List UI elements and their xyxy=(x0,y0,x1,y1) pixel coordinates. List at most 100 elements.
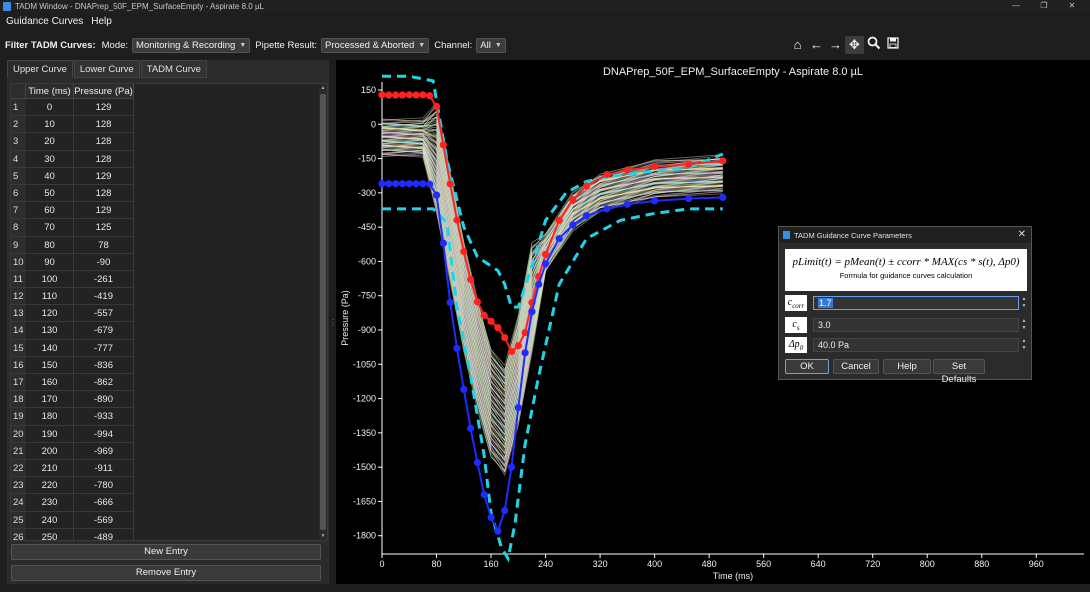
table-row[interactable]: 22 210 -911 xyxy=(11,459,134,478)
table-row[interactable]: 12 110 -419 xyxy=(11,288,134,306)
table-row[interactable]: 24 230 -666 xyxy=(11,494,134,512)
back-arrow-icon[interactable]: ← xyxy=(807,36,826,54)
time-cell[interactable]: 30 xyxy=(26,150,74,168)
time-cell[interactable]: 110 xyxy=(26,288,74,306)
pressure-cell[interactable]: 128 xyxy=(74,133,134,151)
pressure-cell[interactable]: -679 xyxy=(74,322,134,340)
pressure-cell[interactable]: 129 xyxy=(74,167,134,185)
time-cell[interactable]: 60 xyxy=(26,202,74,220)
minimize-icon[interactable]: — xyxy=(1002,0,1030,13)
time-cell[interactable]: 80 xyxy=(26,236,74,254)
menu-guidance-curves[interactable]: Guidance Curves xyxy=(6,16,83,27)
close-icon[interactable]: ✕ xyxy=(1058,0,1086,13)
table-row[interactable]: 14 130 -679 xyxy=(11,322,134,340)
remove-entry-button[interactable]: Remove Entry xyxy=(11,565,321,581)
close-icon[interactable]: ✕ xyxy=(1018,229,1026,240)
pressure-cell[interactable]: -911 xyxy=(74,459,134,478)
time-cell[interactable]: 170 xyxy=(26,391,74,409)
table-row[interactable]: 26 250 -489 xyxy=(11,528,134,540)
panel-splitter[interactable]: ⋮ xyxy=(329,318,337,328)
pan-icon[interactable]: ✥ xyxy=(845,36,864,54)
time-cell[interactable]: 150 xyxy=(26,356,74,374)
pressure-cell[interactable]: 128 xyxy=(74,116,134,134)
pressure-cell[interactable]: -557 xyxy=(74,305,134,323)
cs-spinner[interactable]: ▲ ▼ xyxy=(1021,318,1027,332)
tab-lower-curve[interactable]: Lower Curve xyxy=(73,60,140,78)
dp0-input[interactable]: 40.0 Pa xyxy=(813,338,1019,352)
time-cell[interactable]: 180 xyxy=(26,408,74,426)
table-row[interactable]: 25 240 -569 xyxy=(11,511,134,529)
pressure-cell[interactable]: -489 xyxy=(74,528,134,540)
pipette-result-select[interactable]: Processed & Aborted ▼ xyxy=(321,37,430,53)
table-row[interactable]: 20 190 -994 xyxy=(11,425,134,443)
scrollbar-thumb[interactable] xyxy=(320,94,326,530)
pressure-cell[interactable]: 128 xyxy=(74,184,134,203)
pressure-cell[interactable]: -777 xyxy=(74,339,134,357)
column-header-pressure[interactable]: Pressure (Pa) xyxy=(74,84,134,99)
new-entry-button[interactable]: New Entry xyxy=(11,544,321,560)
table-row[interactable]: 18 170 -890 xyxy=(11,391,134,409)
set-defaults-button[interactable]: Set Defaults xyxy=(933,359,985,385)
help-button[interactable]: Help xyxy=(883,359,931,374)
time-cell[interactable]: 100 xyxy=(26,270,74,289)
pressure-cell[interactable]: 129 xyxy=(74,99,134,117)
pressure-cell[interactable]: -666 xyxy=(74,494,134,512)
time-cell[interactable]: 210 xyxy=(26,459,74,478)
home-icon[interactable]: ⌂ xyxy=(788,36,807,54)
ccorr-input[interactable]: 1.7 xyxy=(813,296,1019,310)
table-row[interactable]: 3 20 128 xyxy=(11,133,134,151)
cs-input[interactable]: 3.0 xyxy=(813,318,1019,332)
time-cell[interactable]: 160 xyxy=(26,374,74,392)
time-cell[interactable]: 90 xyxy=(26,253,74,271)
pressure-cell[interactable]: -569 xyxy=(74,511,134,529)
pressure-cell[interactable]: -836 xyxy=(74,356,134,374)
zoom-icon[interactable] xyxy=(864,36,883,54)
table-row[interactable]: 9 80 78 xyxy=(11,236,134,254)
scroll-up-icon[interactable]: ▲ xyxy=(319,85,327,91)
time-cell[interactable]: 10 xyxy=(26,116,74,134)
tab-tadm-curve[interactable]: TADM Curve xyxy=(140,60,207,78)
table-row[interactable]: 11 100 -261 xyxy=(11,270,134,289)
table-row[interactable]: 17 160 -862 xyxy=(11,374,134,392)
ok-button[interactable]: OK xyxy=(785,359,829,374)
time-cell[interactable]: 120 xyxy=(26,305,74,323)
table-row[interactable]: 15 140 -777 xyxy=(11,339,134,357)
menu-help[interactable]: Help xyxy=(91,16,112,27)
pressure-cell[interactable]: -862 xyxy=(74,374,134,392)
save-icon[interactable] xyxy=(883,36,902,54)
pressure-cell[interactable]: 78 xyxy=(74,236,134,254)
pressure-cell[interactable]: 128 xyxy=(74,150,134,168)
pressure-cell[interactable]: -933 xyxy=(74,408,134,426)
table-row[interactable]: 5 40 129 xyxy=(11,167,134,185)
pressure-cell[interactable]: 129 xyxy=(74,202,134,220)
channel-select[interactable]: All ▼ xyxy=(476,37,506,53)
time-cell[interactable]: 220 xyxy=(26,477,74,495)
table-row[interactable]: 1 0 129 xyxy=(11,99,134,117)
time-cell[interactable]: 130 xyxy=(26,322,74,340)
pressure-cell[interactable]: -890 xyxy=(74,391,134,409)
table-row[interactable]: 19 180 -933 xyxy=(11,408,134,426)
time-cell[interactable]: 70 xyxy=(26,219,74,237)
column-header-time[interactable]: Time (ms) xyxy=(26,84,74,99)
time-cell[interactable]: 250 xyxy=(26,528,74,540)
pressure-cell[interactable]: 125 xyxy=(74,219,134,237)
pressure-cell[interactable]: -261 xyxy=(74,270,134,289)
table-scrollbar[interactable]: ▲ ▼ xyxy=(319,84,327,540)
forward-arrow-icon[interactable]: → xyxy=(826,36,845,54)
table-row[interactable]: 8 70 125 xyxy=(11,219,134,237)
table-row[interactable]: 4 30 128 xyxy=(11,150,134,168)
pressure-cell[interactable]: -419 xyxy=(74,288,134,306)
pressure-cell[interactable]: -90 xyxy=(74,253,134,271)
mode-select[interactable]: Monitoring & Recording ▼ xyxy=(132,37,251,53)
pressure-cell[interactable]: -994 xyxy=(74,425,134,443)
time-cell[interactable]: 230 xyxy=(26,494,74,512)
table-row[interactable]: 7 60 129 xyxy=(11,202,134,220)
pressure-cell[interactable]: -780 xyxy=(74,477,134,495)
table-row[interactable]: 13 120 -557 xyxy=(11,305,134,323)
pressure-cell[interactable]: -969 xyxy=(74,442,134,460)
restore-icon[interactable]: ❐ xyxy=(1030,0,1058,13)
time-cell[interactable]: 40 xyxy=(26,167,74,185)
time-cell[interactable]: 20 xyxy=(26,133,74,151)
table-row[interactable]: 6 50 128 xyxy=(11,184,134,203)
time-cell[interactable]: 200 xyxy=(26,442,74,460)
